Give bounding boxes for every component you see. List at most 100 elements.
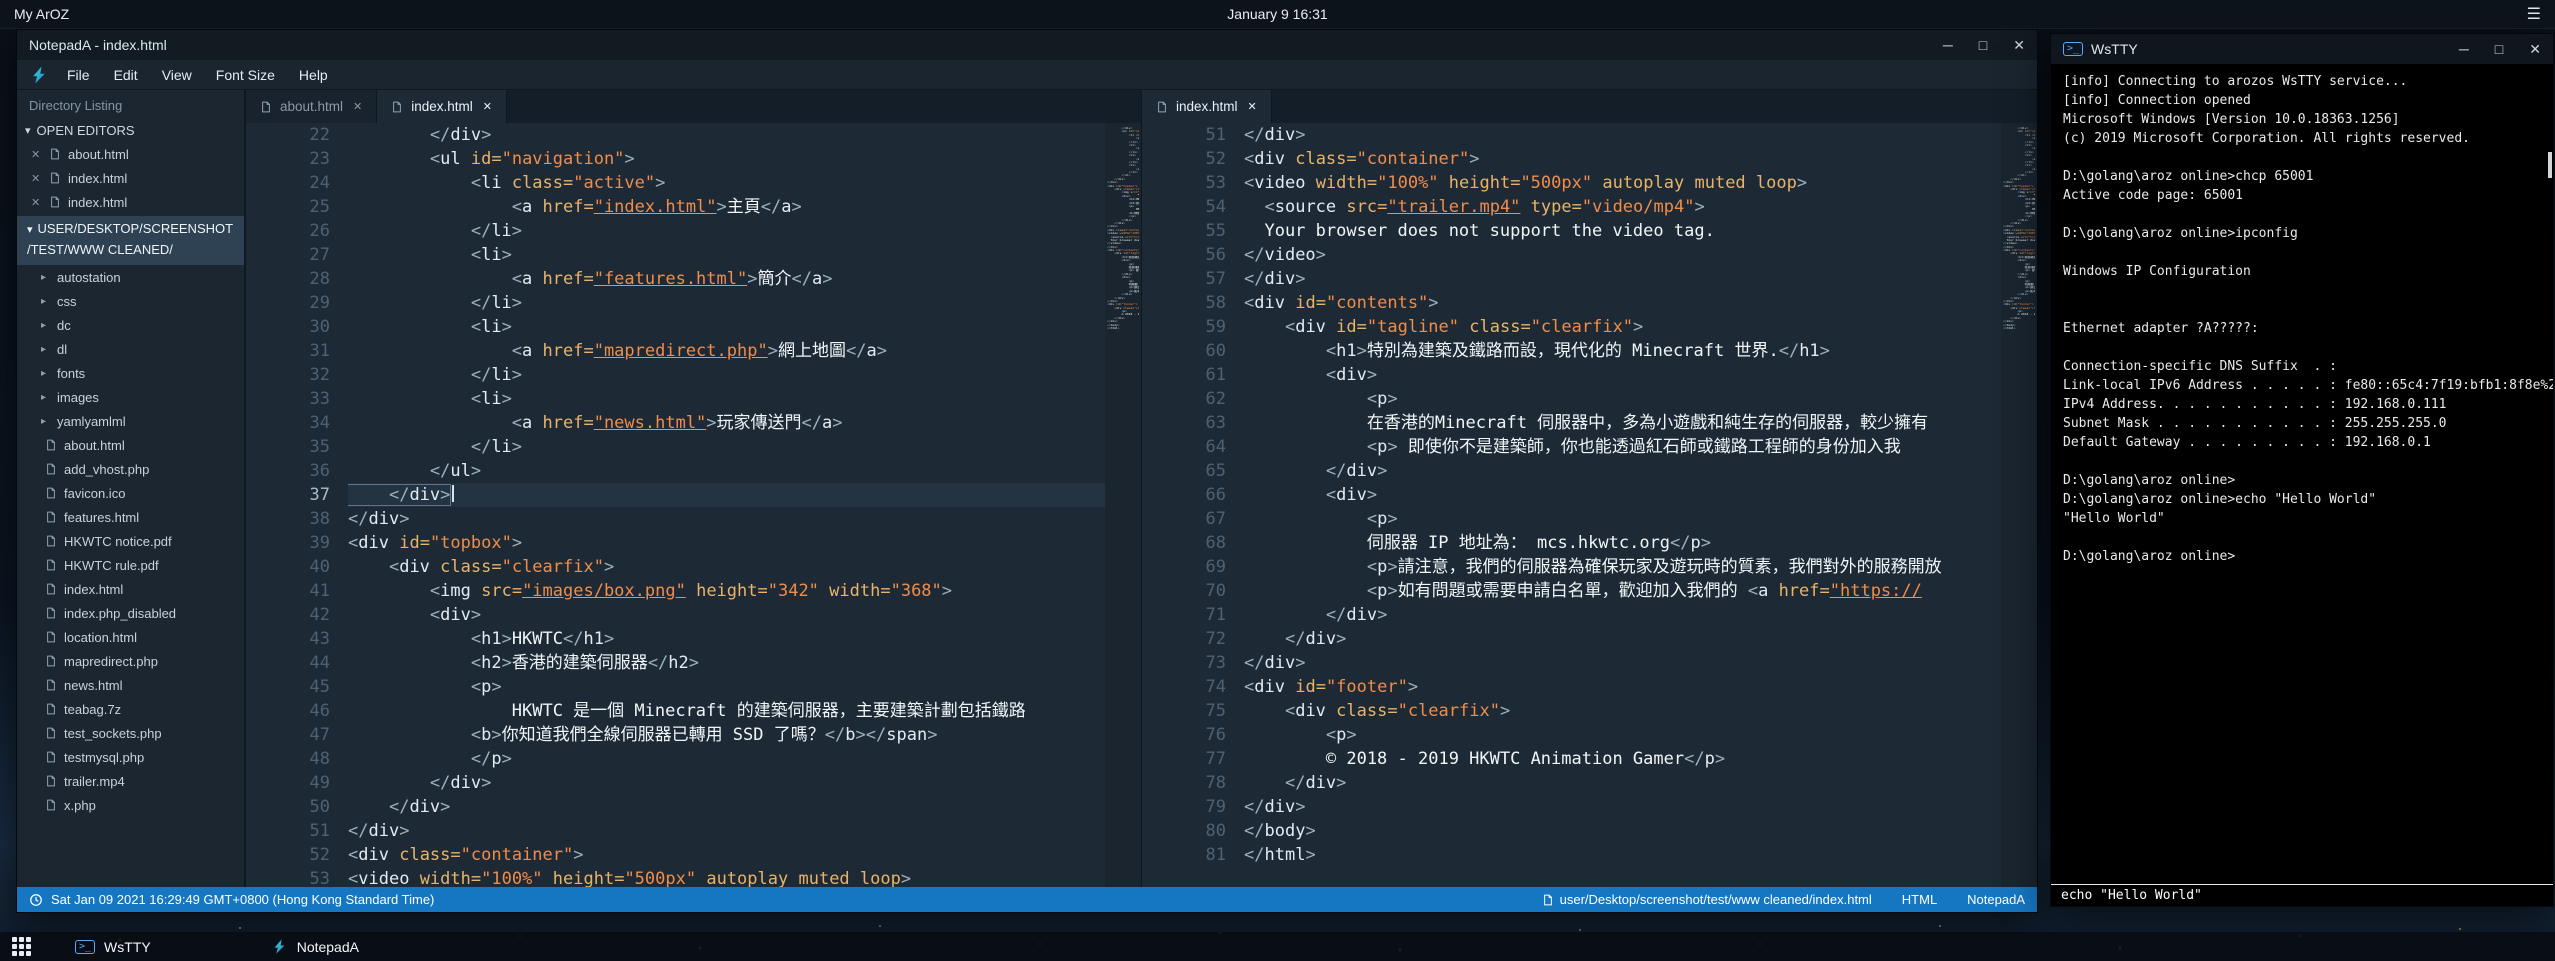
code-editor-left[interactable]: 2223242526272829303132333435363738394041… <box>246 123 1141 887</box>
line-number[interactable]: 56 <box>1142 243 1226 267</box>
line-number[interactable]: 51 <box>246 819 330 843</box>
close-button[interactable]: ✕ <box>2529 41 2541 58</box>
code-line[interactable]: </div> <box>348 771 1105 795</box>
line-number[interactable]: 54 <box>1142 195 1226 219</box>
line-number[interactable]: 70 <box>1142 579 1226 603</box>
terminal-scrollbar[interactable] <box>2548 152 2552 178</box>
code-line[interactable]: </div> <box>348 819 1105 843</box>
line-number[interactable]: 50 <box>246 795 330 819</box>
code-line[interactable]: </div> <box>1244 267 2001 291</box>
minimap[interactable]: </div> <ul id="navigation"> <li class="a… <box>2001 123 2037 887</box>
line-number[interactable]: 76 <box>1142 723 1226 747</box>
menu-file[interactable]: File <box>55 64 102 86</box>
code-area[interactable]: </div> <ul id="navigation"> <li class="a… <box>346 123 1105 887</box>
code-line[interactable]: </div> <box>1244 795 2001 819</box>
code-line[interactable]: <p> <box>1244 507 2001 531</box>
line-number-gutter[interactable]: 2223242526272829303132333435363738394041… <box>246 123 346 887</box>
code-line[interactable]: <div id="topbox"> <box>348 531 1105 555</box>
menu-help[interactable]: Help <box>287 64 340 86</box>
line-number[interactable]: 59 <box>1142 315 1226 339</box>
close-editor-icon[interactable]: ✕ <box>31 148 42 161</box>
line-number-gutter[interactable]: 5152535455565758596061626364656667686970… <box>1142 123 1242 887</box>
code-line[interactable]: <p> <box>1244 387 2001 411</box>
code-line[interactable]: </li> <box>348 435 1105 459</box>
open-editor-item-about-html[interactable]: ✕about.html <box>17 142 244 166</box>
file-item-features-html[interactable]: features.html <box>17 505 244 529</box>
terminal-input[interactable]: echo "Hello World" <box>2051 884 2553 906</box>
workspace-root-folder[interactable]: ▾USER/DESKTOP/SCREENSHOT /TEST/WWW CLEAN… <box>17 216 244 265</box>
file-item-about-html[interactable]: about.html <box>17 433 244 457</box>
folder-item-dc[interactable]: ▸dc <box>17 313 244 337</box>
tab-close-icon[interactable]: ✕ <box>353 100 362 113</box>
terminal-output[interactable]: [info] Connecting to arozos WsTTY servic… <box>2051 64 2553 884</box>
code-line[interactable]: <a href="news.html">玩家傳送門</a> <box>348 411 1105 435</box>
code-line[interactable]: </video> <box>1244 243 2001 267</box>
code-line[interactable]: </div> <box>1244 123 2001 147</box>
line-number[interactable]: 43 <box>246 627 330 651</box>
code-line[interactable]: 伺服器 IP 地址為： mcs.hkwtc.org</p> <box>1244 531 2001 555</box>
code-line[interactable]: <p>如有問題或需要申請白名單，歡迎加入我們的 <a href="https:/… <box>1244 579 2001 603</box>
line-number[interactable]: 52 <box>1142 147 1226 171</box>
code-line[interactable]: </li> <box>348 291 1105 315</box>
file-item-news-html[interactable]: news.html <box>17 673 244 697</box>
code-line[interactable]: <a href="features.html">簡介</a> <box>348 267 1105 291</box>
line-number[interactable]: 31 <box>246 339 330 363</box>
line-number[interactable]: 33 <box>246 387 330 411</box>
tab-about-html[interactable]: about.html✕ <box>246 90 377 123</box>
line-number[interactable]: 41 <box>246 579 330 603</box>
code-line[interactable]: Your browser does not support the video … <box>1244 219 2001 243</box>
code-line[interactable]: <div> <box>1244 483 2001 507</box>
system-menu-title[interactable]: My ArOZ <box>14 6 69 22</box>
minimize-button[interactable]: ─ <box>2459 41 2469 58</box>
file-item-add-vhost-php[interactable]: add_vhost.php <box>17 457 244 481</box>
line-number[interactable]: 35 <box>246 435 330 459</box>
line-number[interactable]: 36 <box>246 459 330 483</box>
line-number[interactable]: 73 <box>1142 651 1226 675</box>
line-number[interactable]: 28 <box>246 267 330 291</box>
code-line[interactable]: </html> <box>1244 843 2001 867</box>
menu-view[interactable]: View <box>150 64 204 86</box>
line-number[interactable]: 74 <box>1142 675 1226 699</box>
code-line[interactable]: <li> <box>348 387 1105 411</box>
code-line[interactable]: <div> <box>1244 363 2001 387</box>
folder-item-images[interactable]: ▸images <box>17 385 244 409</box>
line-number[interactable]: 52 <box>246 843 330 867</box>
maximize-button[interactable]: □ <box>2495 41 2503 58</box>
file-item-trailer-mp4[interactable]: trailer.mp4 <box>17 769 244 793</box>
tab-index-html[interactable]: index.html✕ <box>377 90 507 123</box>
code-line[interactable]: <source src="trailer.mp4" type="video/mp… <box>1244 195 2001 219</box>
close-editor-icon[interactable]: ✕ <box>31 196 42 209</box>
menu-font-size[interactable]: Font Size <box>204 64 287 86</box>
minimize-button[interactable]: ─ <box>1943 37 1953 54</box>
code-line[interactable]: <img src="images/box.png" height="342" w… <box>348 579 1105 603</box>
code-line[interactable]: <b>你知道我們全線伺服器已轉用 SSD 了嗎？</b></span> <box>348 723 1105 747</box>
code-line[interactable]: </li> <box>348 219 1105 243</box>
code-line[interactable]: </div> <box>1244 651 2001 675</box>
line-number[interactable]: 61 <box>1142 363 1226 387</box>
code-line[interactable]: <div class="clearfix"> <box>348 555 1105 579</box>
file-item-favicon-ico[interactable]: favicon.ico <box>17 481 244 505</box>
code-line[interactable]: </body> <box>1244 819 2001 843</box>
file-item-test-sockets-php[interactable]: test_sockets.php <box>17 721 244 745</box>
line-number[interactable]: 47 <box>246 723 330 747</box>
line-number[interactable]: 81 <box>1142 843 1226 867</box>
line-number[interactable]: 49 <box>246 771 330 795</box>
notepada-titlebar[interactable]: NotepadA - index.html ─ □ ✕ <box>17 30 2037 60</box>
code-line[interactable]: </li> <box>348 363 1105 387</box>
menu-edit[interactable]: Edit <box>102 64 150 86</box>
code-line[interactable]: <h1>特別為建築及鐵路而設，現代化的 Minecraft 世界.</h1> <box>1244 339 2001 363</box>
code-line[interactable]: </div> <box>1244 627 2001 651</box>
code-line[interactable]: <div class="clearfix"> <box>1244 699 2001 723</box>
file-item-teabag-7z[interactable]: teabag.7z <box>17 697 244 721</box>
code-line[interactable]: </ul> <box>348 459 1105 483</box>
line-number[interactable]: 77 <box>1142 747 1226 771</box>
file-item-testmysql-php[interactable]: testmysql.php <box>17 745 244 769</box>
line-number[interactable]: 67 <box>1142 507 1226 531</box>
code-line[interactable]: 在香港的Minecraft 伺服器中，多為小遊戲和純生存的伺服器，較少擁有 <box>1244 411 2001 435</box>
line-number[interactable]: 25 <box>246 195 330 219</box>
folder-item-fonts[interactable]: ▸fonts <box>17 361 244 385</box>
code-line[interactable]: </div> <box>348 483 1105 507</box>
code-line[interactable]: </div> <box>1244 603 2001 627</box>
folder-item-dl[interactable]: ▸dl <box>17 337 244 361</box>
line-number[interactable]: 32 <box>246 363 330 387</box>
